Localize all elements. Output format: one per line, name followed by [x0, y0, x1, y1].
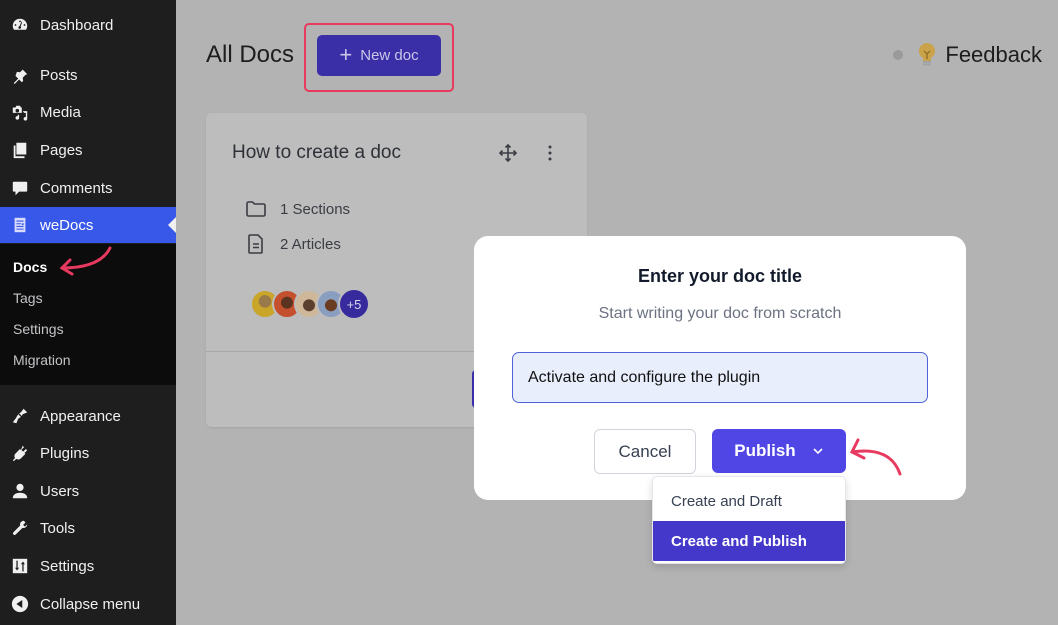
submenu-item-docs[interactable]: Docs [13, 259, 47, 275]
doc-card-title[interactable]: How to create a doc [232, 142, 401, 164]
new-doc-button[interactable]: + New doc [317, 35, 441, 76]
sidebar-item-label: Appearance [40, 407, 121, 425]
sidebar-item-media[interactable]: Media [0, 94, 176, 130]
folder-icon [246, 201, 266, 217]
plug-icon [10, 443, 30, 463]
articles-count: 2 Articles [244, 232, 341, 256]
sidebar-item-label: Posts [40, 66, 78, 84]
sidebar-item-label: Tools [40, 519, 76, 537]
sidebar-item-label: Collapse menu [40, 595, 141, 613]
sections-count: 1 Sections [244, 197, 350, 221]
doc-title-input[interactable] [512, 352, 928, 403]
sidebar-item-settings[interactable]: Settings [0, 548, 176, 584]
feedback-link[interactable]: Feedback [893, 42, 1042, 68]
document-icon [10, 215, 30, 235]
pages-icon [10, 140, 30, 160]
sidebar-item-appearance[interactable]: Appearance [0, 398, 176, 434]
user-icon [10, 481, 30, 501]
menu-item-create-publish[interactable]: Create and Publish [653, 521, 845, 561]
sidebar-item-label: Users [40, 482, 80, 500]
new-doc-modal: Enter your doc title Start writing your … [474, 236, 966, 500]
sidebar-item-pages[interactable]: Pages [0, 132, 176, 168]
publish-button[interactable]: Publish [712, 429, 846, 473]
chevron-down-icon [813, 448, 823, 455]
move-icon[interactable] [498, 143, 518, 163]
submenu-item-tags[interactable]: Tags [13, 290, 43, 306]
sidebar-item-label: weDocs [40, 216, 94, 234]
dashboard-icon [10, 15, 30, 35]
lightbulb-icon [919, 43, 936, 66]
sidebar-item-label: Comments [40, 179, 113, 197]
cancel-button[interactable]: Cancel [594, 429, 696, 474]
sidebar-item-wedocs[interactable]: weDocs [0, 207, 176, 243]
submenu-item-settings[interactable]: Settings [13, 321, 64, 337]
contributors: +5 [250, 288, 370, 320]
sidebar-item-dashboard[interactable]: Dashboard [0, 7, 176, 43]
document-icon [248, 234, 263, 254]
sidebar-item-users[interactable]: Users [0, 473, 176, 509]
sliders-icon [10, 556, 30, 576]
sidebar-item-plugins[interactable]: Plugins [0, 435, 176, 471]
articles-label: 2 Articles [280, 235, 341, 253]
sidebar-item-label: Dashboard [40, 16, 114, 34]
publish-dropdown-menu: Create and Draft Create and Publish [652, 476, 846, 564]
paintbrush-icon [10, 406, 30, 426]
sidebar-item-label: Plugins [40, 444, 90, 462]
sidebar-item-comments[interactable]: Comments [0, 170, 176, 206]
feedback-label: Feedback [945, 42, 1042, 67]
collapse-menu-button[interactable]: Collapse menu [0, 586, 176, 622]
admin-sidebar: Dashboard Posts Media Pages Comments weD… [0, 0, 176, 625]
more-vertical-icon[interactable] [540, 143, 560, 163]
menu-item-create-draft[interactable]: Create and Draft [653, 481, 845, 521]
wrench-icon [10, 518, 30, 538]
page-title: All Docs [206, 41, 295, 68]
plus-icon: + [339, 41, 353, 67]
pin-icon [10, 65, 30, 85]
sidebar-item-tools[interactable]: Tools [0, 510, 176, 546]
publish-label: Publish [734, 441, 796, 460]
wedocs-submenu: Docs Tags Settings Migration [0, 244, 176, 385]
more-contributors-badge[interactable]: +5 [338, 288, 370, 320]
sidebar-item-label: Pages [40, 141, 83, 159]
sidebar-item-label: Settings [40, 557, 95, 575]
modal-subtitle: Start writing your doc from scratch [598, 305, 842, 322]
sidebar-item-posts[interactable]: Posts [0, 57, 176, 93]
new-doc-label: New doc [360, 47, 419, 64]
sidebar-item-label: Media [40, 103, 81, 121]
collapse-icon [10, 594, 30, 614]
comment-icon [10, 178, 30, 198]
modal-title: Enter your doc title [637, 266, 803, 286]
status-dot [893, 50, 904, 60]
media-icon [10, 102, 30, 122]
submenu-item-migration[interactable]: Migration [13, 352, 71, 368]
sections-label: 1 Sections [280, 200, 351, 218]
